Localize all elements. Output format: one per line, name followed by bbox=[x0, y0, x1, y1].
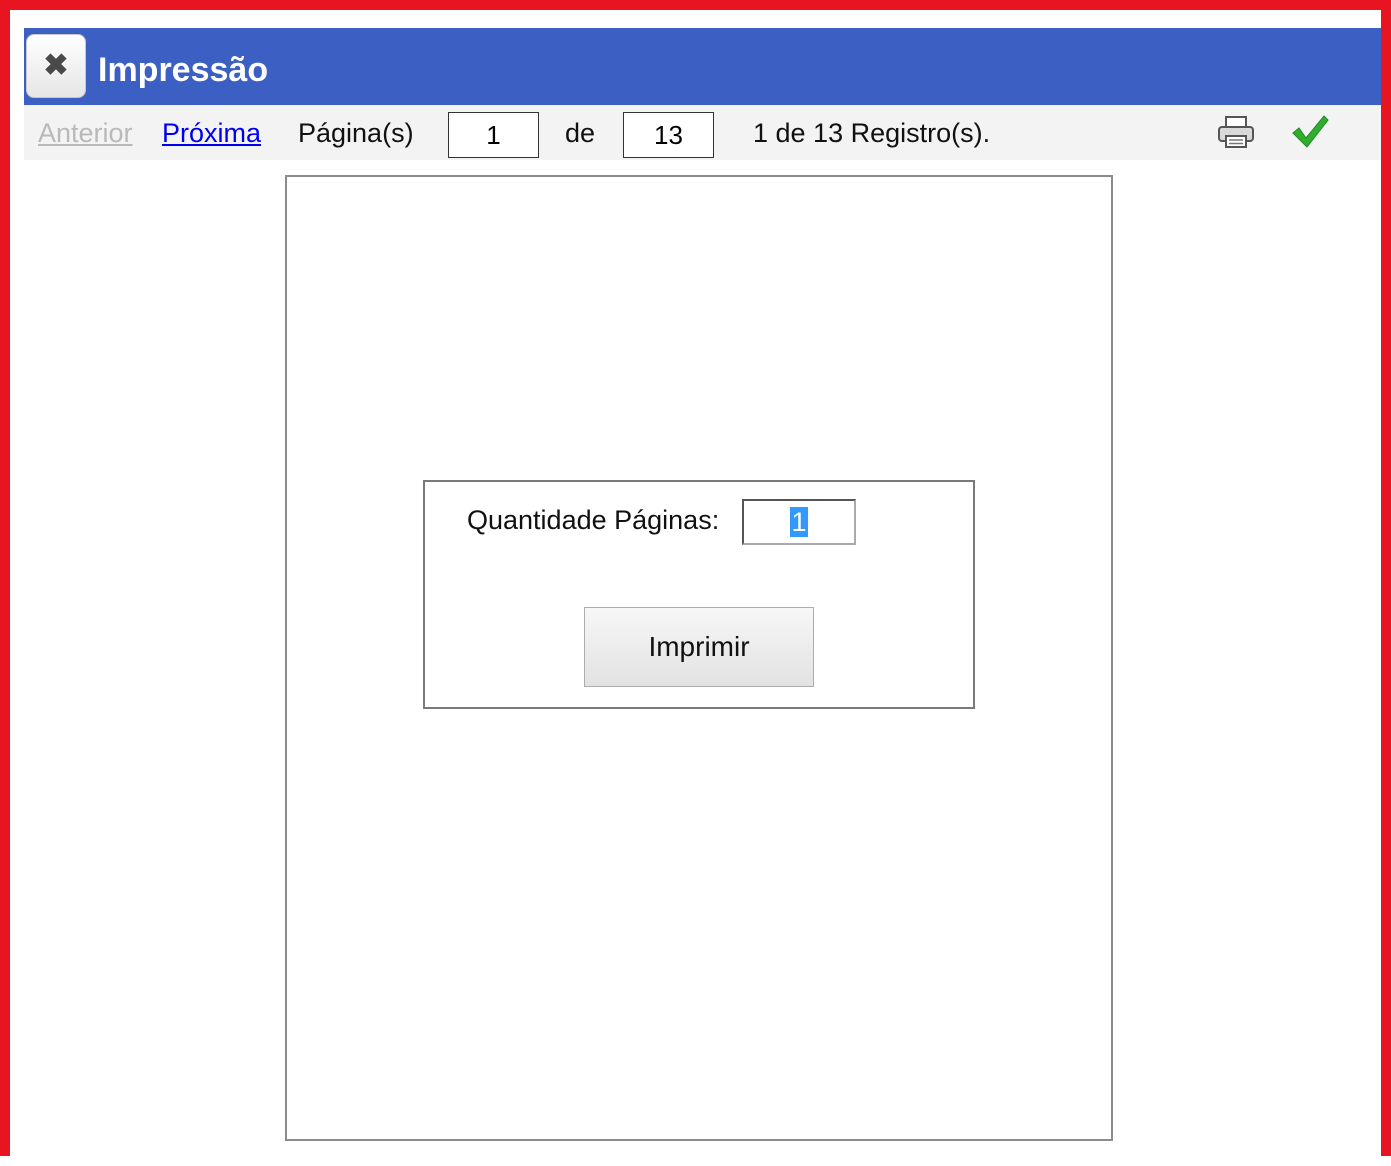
print-button[interactable]: Imprimir bbox=[584, 607, 814, 687]
of-label: de bbox=[565, 118, 596, 148]
close-x-icon: ✖ bbox=[43, 49, 69, 82]
print-dialog: Quantidade Páginas: 1 Imprimir bbox=[423, 480, 975, 709]
highlight-frame: ✖ Impressão Anterior Próxima Página(s) d… bbox=[0, 0, 1391, 1166]
close-button[interactable]: ✖ bbox=[26, 34, 86, 98]
pages-label: Página(s) bbox=[298, 118, 414, 148]
window-title: Impressão bbox=[98, 51, 269, 89]
printer-icon[interactable] bbox=[1216, 115, 1256, 149]
pagination-toolbar: Anterior Próxima Página(s) de 1 de 13 Re… bbox=[24, 105, 1381, 160]
quantity-selected-value: 1 bbox=[790, 507, 808, 537]
total-pages-input[interactable] bbox=[623, 112, 714, 158]
records-count: 1 de 13 Registro(s). bbox=[753, 118, 991, 148]
previous-link[interactable]: Anterior bbox=[38, 117, 133, 149]
quantity-input[interactable]: 1 bbox=[742, 499, 856, 545]
current-page-input[interactable] bbox=[448, 112, 539, 158]
checkmark-icon[interactable] bbox=[1290, 113, 1330, 151]
next-link[interactable]: Próxima bbox=[162, 117, 261, 149]
print-window: ✖ Impressão Anterior Próxima Página(s) d… bbox=[24, 28, 1381, 1166]
quantity-label: Quantidade Páginas: bbox=[467, 505, 720, 535]
title-bar: ✖ Impressão bbox=[24, 28, 1381, 105]
